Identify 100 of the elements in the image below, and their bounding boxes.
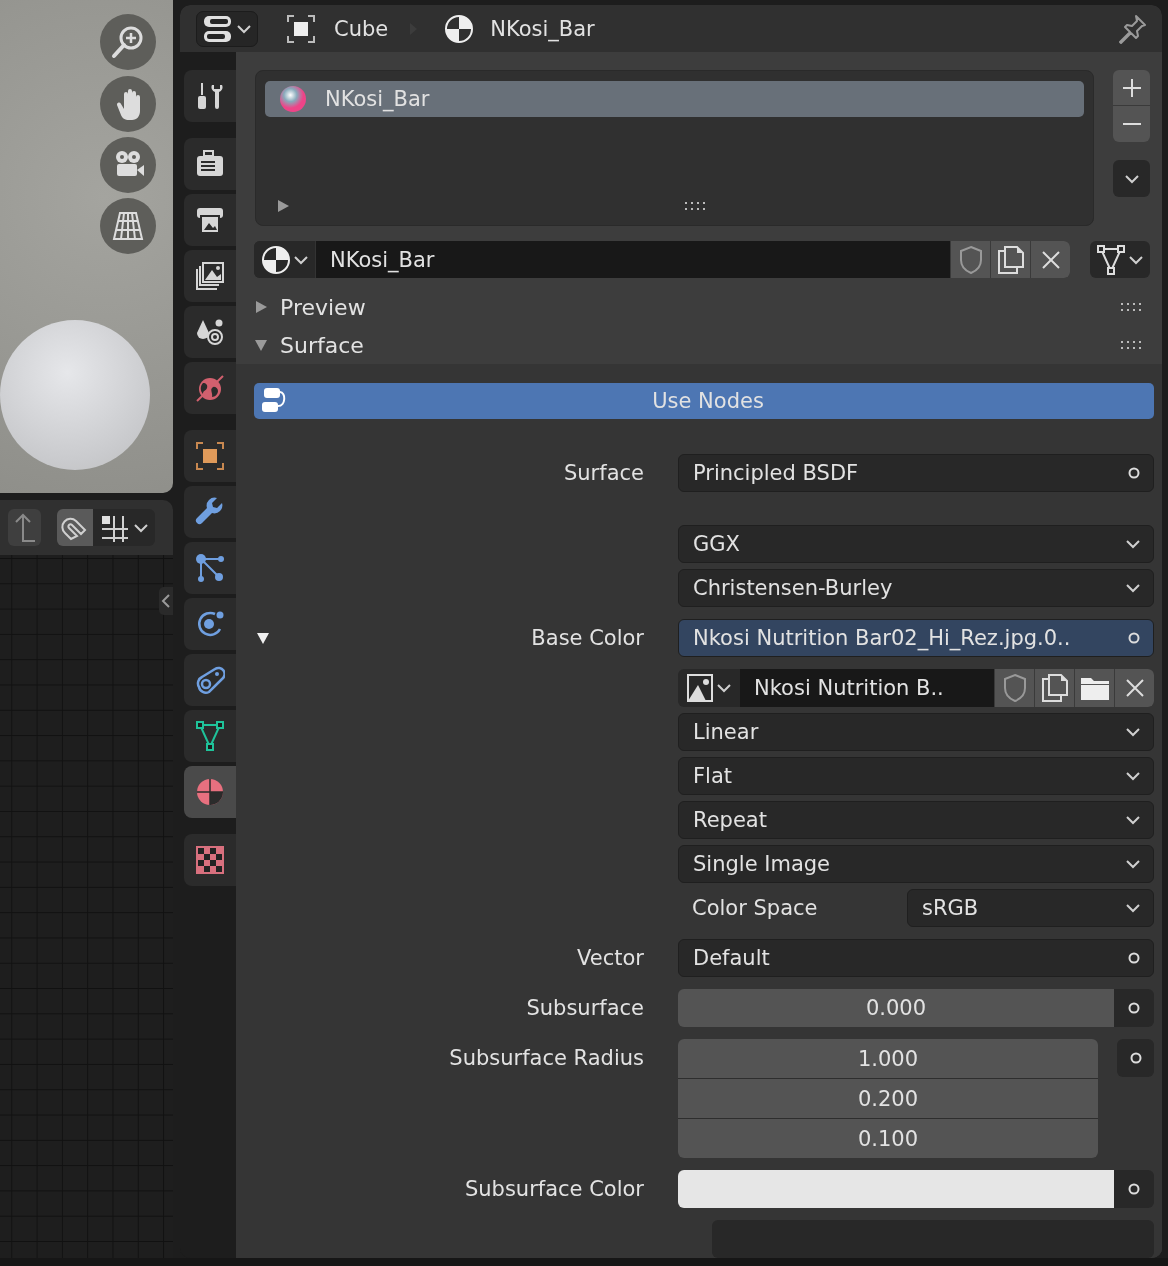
dropdown[interactable]: Linear [678, 713, 1154, 751]
material-preview-icon [279, 85, 307, 113]
fake-user-button[interactable] [994, 669, 1034, 707]
orbit-icon [195, 609, 225, 639]
chevron-left-icon [161, 593, 171, 609]
use-nodes-button[interactable]: Use Nodes [254, 383, 1154, 419]
pan-button[interactable] [100, 76, 156, 132]
property-label: Subsurface Color [464, 1177, 644, 1201]
material-name-field[interactable]: NKosi_Bar [315, 241, 950, 278]
socket-field[interactable]: Default [678, 939, 1154, 977]
panel-header[interactable]: Surface [236, 326, 1162, 364]
unlink-button[interactable] [1114, 669, 1154, 707]
zoom-icon [111, 25, 145, 59]
chevron-down-icon [1123, 172, 1140, 185]
properties-tab[interactable] [184, 306, 236, 358]
triangle-vertices-icon [195, 721, 225, 751]
properties-tab[interactable] [184, 486, 236, 538]
chevron-down-icon [133, 521, 149, 534]
grip-icon [1120, 302, 1144, 313]
properties-tab[interactable] [184, 542, 236, 594]
property-label: Base Color [531, 626, 644, 650]
folder-icon [1079, 675, 1110, 701]
number-field[interactable]: 1.000 [678, 1039, 1098, 1078]
dropdown[interactable]: Flat [678, 757, 1154, 795]
dropdown[interactable]: GGX [678, 525, 1154, 563]
snap-toggle[interactable] [57, 509, 93, 546]
socket-field[interactable]: Principled BSDF [678, 454, 1154, 492]
dropdown[interactable]: sRGB [907, 889, 1154, 927]
add-slot-button[interactable] [1113, 70, 1150, 106]
number-field[interactable]: 0.000 [678, 989, 1114, 1027]
grip-icon [1120, 340, 1144, 351]
close-icon [1123, 677, 1146, 699]
unlink-button[interactable] [1030, 241, 1070, 278]
breadcrumb: NKosi_Bar [490, 16, 595, 41]
socket-button[interactable] [1117, 1039, 1154, 1077]
socket-icon [1127, 631, 1141, 645]
duplicate-button[interactable] [990, 241, 1030, 278]
properties-tab[interactable] [184, 834, 236, 886]
image-name-field[interactable]: Nkosi Nutrition B.. [740, 669, 994, 707]
socket-field[interactable]: Nkosi Nutrition Bar02_Hi_Rez.jpg.0.. [678, 619, 1154, 657]
properties-tab[interactable] [184, 194, 236, 246]
close-icon [1039, 249, 1062, 271]
socket-button[interactable] [1114, 989, 1154, 1027]
socket-icon [1127, 1001, 1141, 1015]
drop-and-circle-icon [195, 317, 225, 347]
node-tree-button[interactable] [1090, 241, 1150, 278]
plus-icon [1121, 77, 1142, 98]
checker-icon [196, 846, 224, 874]
duplicate-button[interactable] [1034, 669, 1074, 707]
zoom-button[interactable] [100, 14, 156, 70]
open-file-button[interactable] [1074, 669, 1114, 707]
pin-button[interactable] [1116, 12, 1148, 45]
toggles-icon [202, 13, 234, 44]
chevron-down-icon [1125, 814, 1141, 826]
material-icon [444, 13, 475, 44]
camera-button[interactable] [100, 137, 156, 193]
dropdown[interactable]: Single Image [678, 845, 1154, 883]
chevron-down-icon [1128, 253, 1144, 266]
properties-tab[interactable] [184, 138, 236, 190]
properties-tab[interactable] [184, 70, 236, 122]
dropdown[interactable]: Christensen-Burley [678, 569, 1154, 607]
connected-dots-icon [195, 553, 225, 583]
number-field[interactable]: 0.200 [678, 1079, 1098, 1118]
selected-square-icon [195, 441, 225, 471]
chevron-down-icon [292, 253, 309, 266]
grid-icon [111, 209, 145, 243]
color-swatch[interactable] [678, 1170, 1114, 1208]
properties-tab[interactable] [184, 766, 236, 818]
chevron-down-icon [716, 682, 732, 694]
properties-tab[interactable] [184, 654, 236, 706]
property-label: Vector [577, 946, 644, 970]
properties-tab[interactable] [184, 430, 236, 482]
snap-dropdown[interactable] [93, 509, 155, 546]
remove-slot-button[interactable] [1113, 106, 1150, 142]
properties-tab[interactable] [184, 598, 236, 650]
dropdown[interactable]: Repeat [678, 801, 1154, 839]
grip-icon [684, 201, 708, 211]
parent-button[interactable] [8, 509, 41, 546]
printer-icon [195, 206, 225, 234]
socket-button[interactable] [1114, 1170, 1154, 1208]
number-field[interactable]: 0.100 [678, 1119, 1098, 1158]
properties-tab[interactable] [184, 710, 236, 762]
shield-icon [1001, 673, 1028, 703]
editor-type-button[interactable] [196, 10, 258, 47]
socket-icon [1127, 951, 1141, 965]
shield-icon [957, 245, 984, 275]
panel-header[interactable]: Preview [236, 288, 1162, 327]
chevron-down-icon [236, 22, 252, 35]
chevron-down-icon [1125, 726, 1141, 738]
properties-tab[interactable] [184, 250, 236, 302]
chevron-down-icon [1125, 858, 1141, 870]
perspective-grid-button[interactable] [100, 198, 156, 254]
socket-icon [1127, 1182, 1141, 1196]
fake-user-button[interactable] [950, 241, 990, 278]
chevron-down-icon [1125, 902, 1141, 914]
collapse-tab[interactable] [159, 587, 173, 615]
link-icon [195, 665, 225, 695]
slot-menu-button[interactable] [1113, 160, 1150, 197]
material-slot[interactable]: NKosi_Bar [265, 81, 1084, 117]
property-label: Surface [564, 461, 644, 485]
